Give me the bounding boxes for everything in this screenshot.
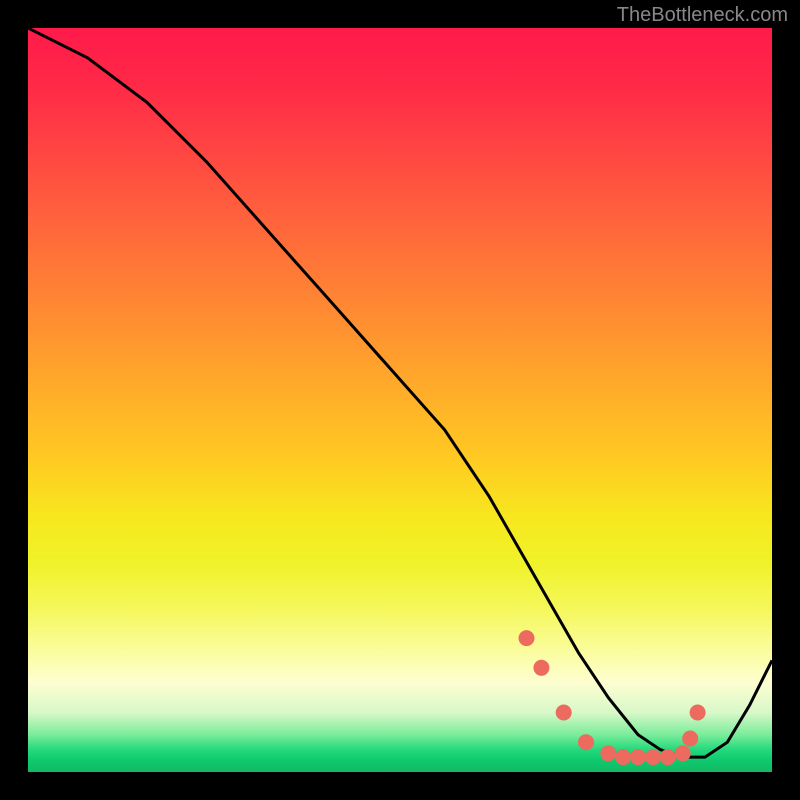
marker-dot bbox=[645, 749, 661, 765]
marker-dot bbox=[519, 630, 535, 646]
marker-dot bbox=[660, 749, 676, 765]
marker-dot bbox=[578, 734, 594, 750]
plot-area bbox=[28, 28, 772, 772]
marker-dot bbox=[682, 731, 698, 747]
chart-svg bbox=[28, 28, 772, 772]
marker-dot bbox=[556, 705, 572, 721]
attribution-label: TheBottleneck.com bbox=[617, 4, 788, 27]
marker-dot bbox=[533, 660, 549, 676]
marker-dot bbox=[630, 749, 646, 765]
marker-dot bbox=[600, 745, 616, 761]
marker-dot bbox=[690, 705, 706, 721]
curve-line bbox=[28, 28, 772, 757]
marker-dot bbox=[615, 749, 631, 765]
curve-markers bbox=[519, 630, 706, 765]
marker-dot bbox=[675, 745, 691, 761]
